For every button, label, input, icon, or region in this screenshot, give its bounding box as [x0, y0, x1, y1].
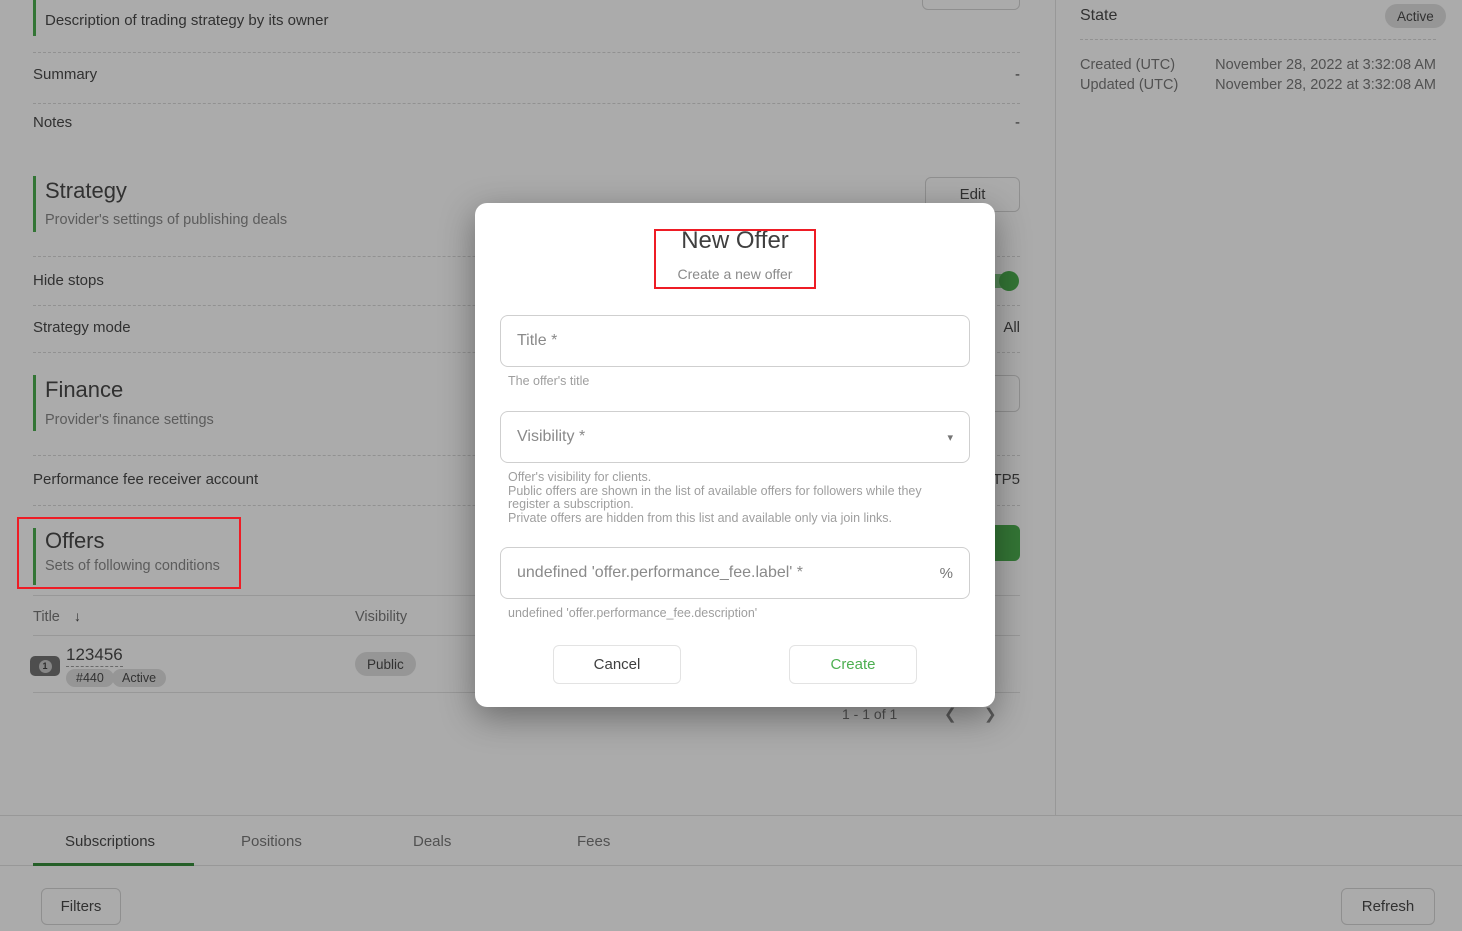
provider-page: Description of trading strategy by its o…	[0, 0, 1462, 931]
visibility-select[interactable]: Visibility * ▾	[500, 411, 970, 463]
visibility-select-label: Visibility *	[517, 428, 947, 446]
percent-suffix: %	[940, 565, 953, 582]
annotation-box-new-offer	[654, 229, 816, 289]
title-input[interactable]: Title *	[500, 315, 970, 367]
create-button[interactable]: Create	[789, 645, 917, 684]
visibility-helper-text: Offer's visibility for clients. Public o…	[508, 471, 960, 525]
performance-fee-helper-text: undefined 'offer.performance_fee.descrip…	[508, 607, 960, 621]
performance-fee-input[interactable]: undefined 'offer.performance_fee.label' …	[500, 547, 970, 599]
title-helper-text: The offer's title	[508, 375, 960, 389]
title-input-label: Title *	[517, 332, 953, 350]
cancel-button[interactable]: Cancel	[553, 645, 681, 684]
performance-fee-input-label: undefined 'offer.performance_fee.label' …	[517, 564, 940, 582]
chevron-down-icon: ▾	[947, 431, 953, 444]
annotation-box-offers	[17, 517, 241, 589]
